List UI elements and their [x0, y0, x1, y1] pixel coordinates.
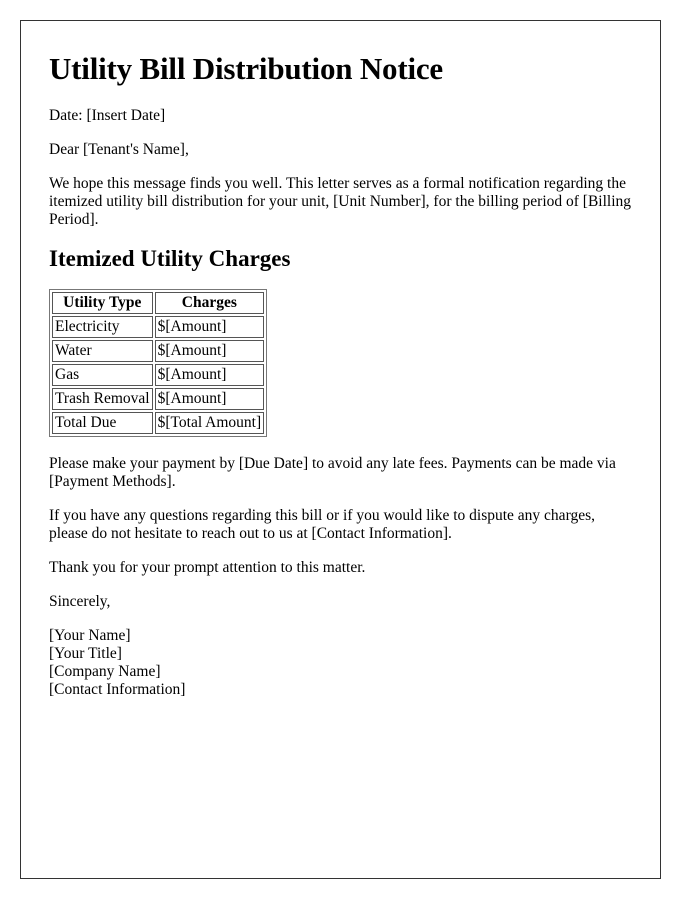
- charge-cell: $[Amount]: [154, 340, 265, 362]
- questions-paragraph: If you have any questions regarding this…: [49, 507, 595, 542]
- signature-title: [Your Title]: [49, 645, 122, 662]
- table-row: Gas $[Amount]: [52, 364, 265, 386]
- intro-paragraph: We hope this message finds you well. Thi…: [49, 175, 632, 228]
- table-row: Trash Removal $[Amount]: [52, 388, 265, 410]
- utility-type-cell: Water: [52, 340, 153, 362]
- utility-type-cell: Total Due: [52, 412, 153, 434]
- letter-page: Utility Bill Distribution Notice Date: […: [20, 20, 661, 879]
- utility-type-cell: Gas: [52, 364, 153, 386]
- signature-company: [Company Name]: [49, 663, 161, 680]
- table-row: Water $[Amount]: [52, 340, 265, 362]
- salutation: Dear [Tenant's Name],: [49, 141, 189, 158]
- column-header-charges: Charges: [154, 292, 265, 314]
- section-heading: Itemized Utility Charges: [49, 246, 291, 271]
- column-header-utility-type: Utility Type: [52, 292, 153, 314]
- date-line: Date: [Insert Date]: [49, 107, 166, 124]
- signature-name: [Your Name]: [49, 627, 131, 644]
- signature-block: [Your Name] [Your Title] [Company Name] …: [49, 627, 632, 699]
- charge-cell: $[Total Amount]: [154, 412, 265, 434]
- payment-paragraph: Please make your payment by [Due Date] t…: [49, 455, 616, 490]
- table-header-row: Utility Type Charges: [52, 292, 265, 314]
- closing: Sincerely,: [49, 593, 111, 610]
- utility-type-cell: Electricity: [52, 316, 153, 338]
- table-row: Electricity $[Amount]: [52, 316, 265, 338]
- charge-cell: $[Amount]: [154, 364, 265, 386]
- charge-cell: $[Amount]: [154, 316, 265, 338]
- table-row-total: Total Due $[Total Amount]: [52, 412, 265, 434]
- signature-contact: [Contact Information]: [49, 681, 186, 698]
- thanks-paragraph: Thank you for your prompt attention to t…: [49, 559, 366, 576]
- charge-cell: $[Amount]: [154, 388, 265, 410]
- document-title: Utility Bill Distribution Notice: [49, 51, 443, 86]
- utility-type-cell: Trash Removal: [52, 388, 153, 410]
- charges-table: Utility Type Charges Electricity $[Amoun…: [49, 289, 268, 437]
